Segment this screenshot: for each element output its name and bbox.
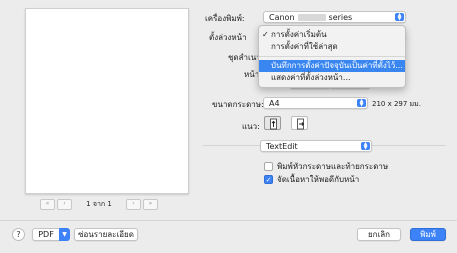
cancel-button[interactable]: ยกเลิก [357, 228, 401, 241]
menu-separator [259, 56, 405, 57]
presets-label: ตั้งล่วงหน้า [209, 33, 247, 42]
print-button[interactable]: พิมพ์ [410, 228, 446, 241]
menu-item-label: การตั้งค่าที่ใช้ล่าสุด [271, 42, 338, 51]
printer-name: Canon [269, 12, 295, 22]
paper-size-dimensions: 210 x 297 มม. [372, 100, 421, 108]
app-options-value: TextEdit [266, 141, 298, 151]
landscape-orientation-button[interactable] [291, 116, 308, 130]
menu-item-last-used-settings[interactable]: การตั้งค่าที่ใช้ล่าสุด [259, 41, 405, 53]
fit-content-option[interactable]: ✓ จัดเนื้อหาให้พอดีกับหน้า [264, 173, 359, 186]
printer-popup[interactable]: Canon series ▲ ▼ [263, 11, 406, 23]
menu-item-show-presets[interactable]: แสดงค่าที่ตั้งล่วงหน้า... [259, 72, 405, 84]
hide-details-button[interactable]: ซ่อนรายละเอียด [74, 228, 138, 241]
pdf-button[interactable]: PDF [32, 228, 60, 241]
menu-item-label: บันทึกการตั้งค่าปัจจุบันเป็นค่าที่ตั้งไว… [271, 61, 403, 70]
footer-separator [0, 220, 457, 221]
print-header-footer-option[interactable]: พิมพ์หัวกระดาษและท้ายกระดาษ [264, 160, 388, 173]
preview-pager: « ‹ 1 จาก 1 › » [40, 198, 158, 210]
printer-model-redacted [297, 13, 326, 21]
orientation-label: แนว: [242, 122, 260, 131]
previous-page-button[interactable]: ‹ [57, 198, 72, 210]
portrait-icon [270, 118, 277, 130]
paper-size-value: A4 [269, 98, 280, 108]
fit-content-checkbox[interactable]: ✓ [264, 175, 273, 184]
printer-label: เครื่องพิมพ์: [205, 14, 245, 23]
paper-size-label: ขนาดกระดาษ: [212, 100, 264, 109]
page-preview [25, 8, 189, 194]
page-count-label: 1 จาก 1 [86, 199, 112, 208]
printer-series: series [328, 12, 353, 22]
last-page-button[interactable]: » [143, 198, 158, 210]
chevron-updown-icon: ▲▼ [361, 142, 370, 151]
menu-item-default-settings[interactable]: ✓ การตั้งค่าเริ่มต้น [259, 29, 405, 41]
menu-item-label: การตั้งค่าเริ่มต้น [271, 30, 327, 39]
print-header-footer-label: พิมพ์หัวกระดาษและท้ายกระดาษ [277, 162, 389, 171]
print-dialog: « ‹ 1 จาก 1 › » เครื่องพิมพ์: Canon seri… [0, 0, 457, 253]
copies-label: ชุดสำเนา [228, 53, 261, 62]
print-header-footer-checkbox[interactable] [264, 162, 273, 171]
fit-content-label: จัดเนื้อหาให้พอดีกับหน้า [277, 175, 360, 184]
paper-size-popup[interactable]: A4 ▲ ▼ [263, 97, 368, 109]
chevron-updown-icon: ▲▼ [395, 13, 404, 22]
landscape-icon [297, 118, 305, 130]
pdf-menu-chevron-icon[interactable]: ▼ [59, 228, 70, 241]
help-button[interactable]: ? [12, 228, 25, 241]
menu-item-label: แสดงค่าที่ตั้งล่วงหน้า... [271, 73, 351, 82]
first-page-button[interactable]: « [40, 198, 55, 210]
checkmark-icon: ✓ [262, 30, 269, 39]
next-page-button[interactable]: › [126, 198, 141, 210]
app-options-popup[interactable]: TextEdit ▲ ▼ [260, 140, 372, 152]
portrait-orientation-button[interactable] [264, 116, 281, 130]
menu-item-save-current-as-preset[interactable]: บันทึกการตั้งค่าปัจจุบันเป็นค่าที่ตั้งไว… [259, 60, 405, 72]
chevron-updown-icon: ▲▼ [357, 99, 366, 108]
presets-menu: ✓ การตั้งค่าเริ่มต้น การตั้งค่าที่ใช้ล่า… [258, 25, 406, 88]
pages-label: หน้า [244, 70, 260, 79]
